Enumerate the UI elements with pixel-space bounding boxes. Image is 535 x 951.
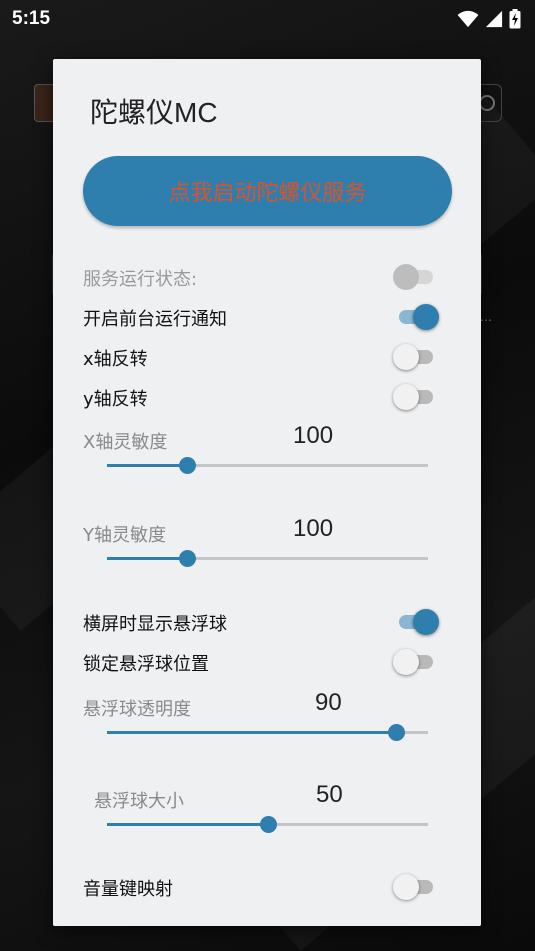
foreground-notification-label: 开启前台运行通知 bbox=[83, 309, 227, 330]
slider-thumb[interactable] bbox=[259, 816, 277, 833]
float-ball-opacity-slider-block: 悬浮球透明度 90 bbox=[83, 689, 443, 765]
switch-row-show-float-ball: 横屏时显示悬浮球 bbox=[83, 607, 439, 637]
y-sensitivity-slider-block: Y轴灵敏度 100 bbox=[83, 515, 443, 591]
scroll-fade bbox=[53, 896, 481, 926]
lock-float-ball-switch[interactable] bbox=[393, 649, 439, 675]
slider-fill bbox=[107, 464, 188, 467]
battery-charging-icon bbox=[509, 9, 521, 29]
x-sensitivity-slider[interactable] bbox=[107, 457, 428, 474]
slider-thumb[interactable] bbox=[179, 457, 197, 474]
slider-thumb[interactable] bbox=[179, 550, 197, 567]
float-ball-size-slider[interactable] bbox=[107, 816, 428, 833]
background-ellipsis: … bbox=[480, 310, 492, 324]
y-sensitivity-value: 100 bbox=[293, 515, 334, 542]
show-float-ball-label: 横屏时显示悬浮球 bbox=[83, 614, 227, 635]
slider-fill bbox=[107, 731, 396, 734]
foreground-notification-switch[interactable] bbox=[393, 304, 439, 330]
y-axis-invert-label: y轴反转 bbox=[83, 389, 148, 410]
wifi-icon bbox=[457, 10, 479, 28]
show-float-ball-switch[interactable] bbox=[393, 609, 439, 635]
switch-row-y-axis-invert: y轴反转 bbox=[83, 382, 438, 412]
float-ball-opacity-label: 悬浮球透明度 bbox=[83, 699, 191, 720]
float-ball-size-slider-block: 悬浮球大小 50 bbox=[83, 781, 443, 857]
slider-fill bbox=[107, 823, 268, 826]
switch-row-x-axis-invert: x轴反转 bbox=[83, 342, 438, 372]
start-service-button[interactable]: 点我启动陀螺仪服务 bbox=[83, 156, 452, 226]
float-ball-opacity-slider[interactable] bbox=[107, 724, 428, 741]
switch-row-lock-float-ball: 锁定悬浮球位置 bbox=[83, 647, 438, 677]
status-icons bbox=[457, 9, 521, 29]
slider-fill bbox=[107, 557, 188, 560]
x-axis-invert-label: x轴反转 bbox=[83, 349, 148, 370]
dialog-title: 陀螺仪MC bbox=[90, 97, 218, 128]
float-ball-size-value: 50 bbox=[316, 781, 343, 808]
float-ball-size-label: 悬浮球大小 bbox=[94, 791, 184, 812]
status-bar: 5:15 bbox=[0, 0, 535, 38]
y-axis-invert-switch[interactable] bbox=[393, 384, 439, 410]
lock-float-ball-label: 锁定悬浮球位置 bbox=[83, 654, 209, 675]
service-status-switch bbox=[393, 264, 439, 290]
x-axis-invert-switch[interactable] bbox=[393, 344, 439, 370]
service-status-label: 服务运行状态: bbox=[83, 269, 198, 290]
y-sensitivity-slider[interactable] bbox=[107, 550, 428, 567]
float-ball-opacity-value: 90 bbox=[315, 689, 342, 716]
y-sensitivity-label: Y轴灵敏度 bbox=[83, 525, 166, 546]
settings-dialog: 陀螺仪MC 点我启动陀螺仪服务 服务运行状态: 开启前台运行通知 x轴反转 y轴… bbox=[53, 59, 481, 926]
slider-thumb[interactable] bbox=[387, 724, 405, 741]
x-sensitivity-label: X轴灵敏度 bbox=[83, 432, 168, 453]
x-sensitivity-value: 100 bbox=[293, 422, 334, 449]
switch-row-foreground-notification: 开启前台运行通知 bbox=[83, 302, 439, 332]
switch-row-service-status: 服务运行状态: bbox=[83, 262, 438, 292]
cellular-signal-icon bbox=[485, 10, 503, 28]
x-sensitivity-slider-block: X轴灵敏度 100 bbox=[83, 422, 443, 498]
status-time: 5:15 bbox=[12, 8, 51, 29]
